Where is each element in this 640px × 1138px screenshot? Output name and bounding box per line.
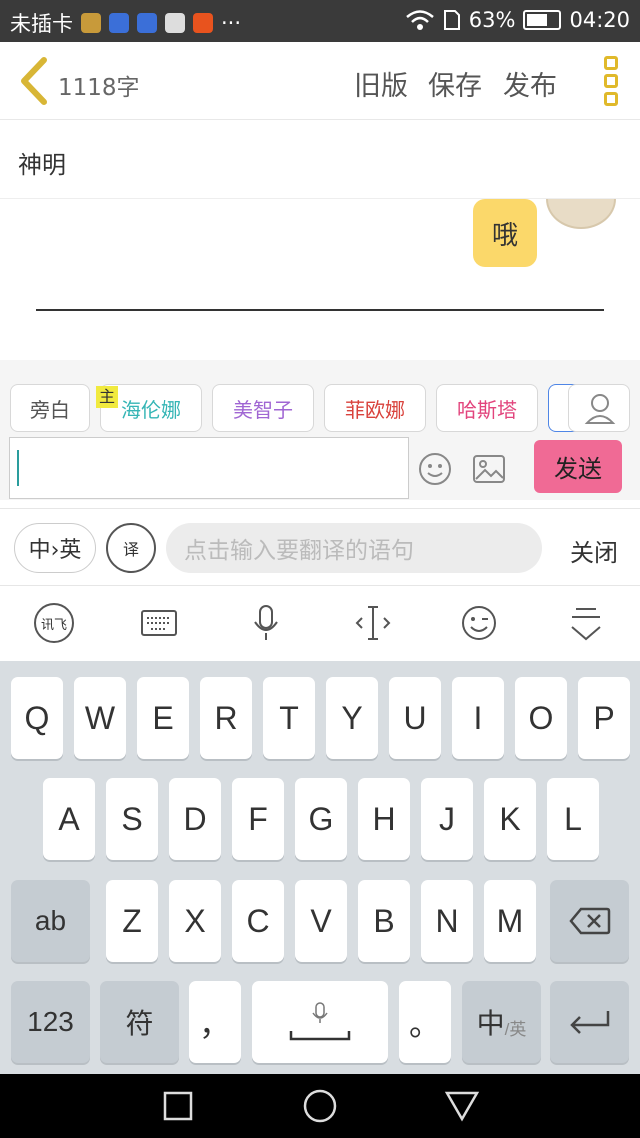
save-button[interactable]: 保存 bbox=[428, 64, 482, 103]
key-g[interactable]: G bbox=[295, 778, 347, 860]
key-h[interactable]: H bbox=[358, 778, 410, 860]
key-b[interactable]: B bbox=[358, 880, 410, 962]
symbol-key[interactable]: 符 bbox=[100, 981, 179, 1063]
emoji-icon[interactable] bbox=[459, 603, 499, 643]
hide-keyboard-icon[interactable] bbox=[566, 603, 606, 643]
key-q[interactable]: Q bbox=[11, 677, 63, 759]
home-icon[interactable] bbox=[302, 1088, 338, 1124]
enter-key[interactable] bbox=[550, 981, 629, 1063]
divider-line bbox=[36, 309, 604, 311]
add-character-button[interactable] bbox=[568, 384, 630, 432]
key-e[interactable]: E bbox=[137, 677, 189, 759]
close-translate-button[interactable]: 关闭 bbox=[570, 533, 618, 568]
backspace-key[interactable] bbox=[550, 880, 629, 962]
taobao-icon bbox=[193, 13, 213, 33]
battery-icon bbox=[523, 10, 562, 30]
character-chip[interactable]: 哈斯塔 bbox=[436, 384, 538, 432]
enter-icon bbox=[569, 1011, 609, 1034]
soft-keyboard: Q W E R T Y U I O P A S D F G H J K L ab… bbox=[0, 661, 640, 1074]
translate-bar: 中›英 译 点击输入要翻译的语句 关闭 bbox=[0, 508, 640, 586]
key-c[interactable]: C bbox=[232, 880, 284, 962]
word-count: 1118字 bbox=[58, 75, 140, 101]
carrier-label: 未插卡 bbox=[10, 12, 73, 36]
key-w[interactable]: W bbox=[74, 677, 126, 759]
baidu-icon bbox=[109, 13, 129, 33]
key-p[interactable]: P bbox=[578, 677, 630, 759]
translate-icon[interactable]: 译 bbox=[106, 523, 156, 573]
space-mic-icon bbox=[289, 1002, 351, 1041]
key-t[interactable]: T bbox=[263, 677, 315, 759]
character-avatar[interactable]: 娜 bbox=[546, 199, 616, 229]
dialogue-input[interactable] bbox=[9, 437, 409, 499]
language-toggle-button[interactable]: 中›英 bbox=[14, 523, 96, 573]
title-row[interactable]: 神明 bbox=[0, 121, 640, 199]
key-d[interactable]: D bbox=[169, 778, 221, 860]
text-caret bbox=[17, 450, 19, 486]
key-m[interactable]: M bbox=[484, 880, 536, 962]
battery-percent: 63% bbox=[468, 8, 516, 32]
key-i[interactable]: I bbox=[452, 677, 504, 759]
key-v[interactable]: V bbox=[295, 880, 347, 962]
clock: 04:20 bbox=[569, 8, 630, 32]
navigation-bar bbox=[0, 1074, 640, 1138]
editor-header: 1118字 旧版 保存 发布 bbox=[0, 42, 640, 120]
key-k[interactable]: K bbox=[484, 778, 536, 860]
wifi-icon bbox=[405, 10, 434, 30]
story-title: 神明 bbox=[18, 151, 66, 179]
recent-apps-icon[interactable] bbox=[162, 1090, 194, 1122]
story-content[interactable]: 娜 哦 bbox=[0, 199, 640, 359]
old-version-button[interactable]: 旧版 bbox=[354, 64, 408, 103]
key-o[interactable]: O bbox=[515, 677, 567, 759]
lang-zh-label: 中 bbox=[476, 1008, 505, 1039]
key-l[interactable]: L bbox=[547, 778, 599, 860]
key-y[interactable]: Y bbox=[326, 677, 378, 759]
character-chip[interactable]: 美智子 bbox=[212, 384, 314, 432]
send-button[interactable]: 发送 bbox=[534, 440, 622, 493]
cursor-icon[interactable] bbox=[353, 603, 393, 643]
key-z[interactable]: Z bbox=[106, 880, 158, 962]
image-icon[interactable] bbox=[472, 453, 506, 485]
language-switch-key[interactable]: 中 /英 bbox=[462, 981, 541, 1063]
lang-en-label: /英 bbox=[504, 1019, 527, 1039]
key-u[interactable]: U bbox=[389, 677, 441, 759]
key-n[interactable]: N bbox=[421, 880, 473, 962]
status-bar: 未插卡 ··· 63% 04:20 bbox=[0, 0, 640, 42]
more-notifications-icon: ··· bbox=[221, 11, 242, 35]
key-a[interactable]: A bbox=[43, 778, 95, 860]
back-icon[interactable] bbox=[444, 1090, 480, 1122]
backspace-icon bbox=[568, 907, 610, 935]
character-chip[interactable]: 菲欧娜 bbox=[324, 384, 426, 432]
keyboard-toolbar: 讯飞 bbox=[0, 587, 640, 661]
shift-key[interactable]: ab bbox=[11, 880, 90, 962]
microphone-icon[interactable] bbox=[246, 603, 286, 643]
narrator-chip[interactable]: 旁白 bbox=[10, 384, 90, 432]
key-s[interactable]: S bbox=[106, 778, 158, 860]
publish-button[interactable]: 发布 bbox=[503, 64, 557, 103]
photo-icon bbox=[165, 13, 185, 33]
emoji-icon[interactable] bbox=[418, 452, 452, 486]
period-key[interactable]: 。 bbox=[399, 981, 451, 1063]
main-character-badge: 主 bbox=[96, 386, 118, 408]
key-r[interactable]: R bbox=[200, 677, 252, 759]
app-notification-icon bbox=[81, 13, 101, 33]
key-f[interactable]: F bbox=[232, 778, 284, 860]
key-j[interactable]: J bbox=[421, 778, 473, 860]
xunfei-icon[interactable]: 讯飞 bbox=[34, 603, 74, 643]
chat-bubble[interactable]: 哦 bbox=[473, 199, 537, 267]
sim-icon bbox=[443, 10, 460, 30]
back-chevron-icon[interactable] bbox=[16, 56, 50, 106]
comma-key[interactable]: ， bbox=[189, 981, 241, 1063]
person-icon bbox=[584, 394, 616, 424]
baidu-icon bbox=[137, 13, 157, 33]
key-x[interactable]: X bbox=[169, 880, 221, 962]
more-menu-icon[interactable] bbox=[604, 56, 618, 106]
keyboard-icon[interactable] bbox=[139, 603, 179, 643]
space-key[interactable] bbox=[252, 981, 388, 1063]
translate-input[interactable]: 点击输入要翻译的语句 bbox=[166, 523, 542, 573]
number-mode-key[interactable]: 123 bbox=[11, 981, 90, 1063]
